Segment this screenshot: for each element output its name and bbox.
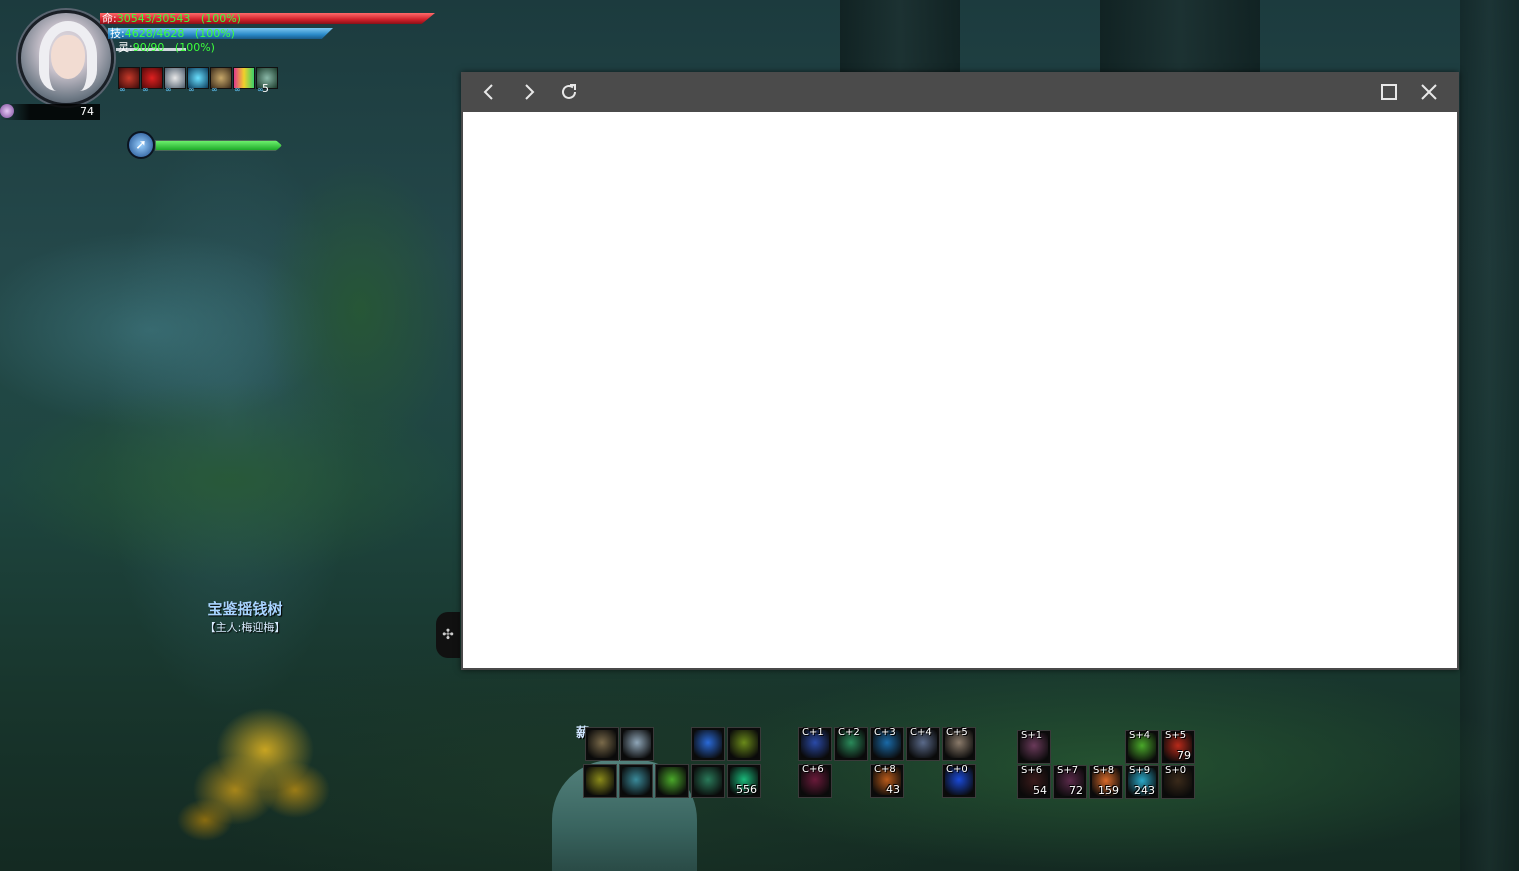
cyan-orb-icon[interactable]: S+9 243 bbox=[1126, 765, 1158, 798]
pink-item-icon[interactable]: S+7 72 bbox=[1054, 765, 1086, 798]
hp-percent: (100%) bbox=[200, 12, 241, 25]
spirit-bar: 灵:90/90 (100%) bbox=[116, 42, 216, 53]
red-rune-icon[interactable]: C+6 bbox=[799, 764, 831, 797]
buff-stack-count: 5 bbox=[262, 82, 269, 95]
hotkey-label: C+3 bbox=[874, 727, 896, 738]
buff-cyan-figure-icon[interactable]: ∞ bbox=[187, 67, 209, 94]
reload-button[interactable] bbox=[555, 78, 583, 106]
browser-window bbox=[461, 72, 1459, 670]
buff-white-beast-icon[interactable]: ∞ bbox=[164, 67, 186, 94]
hotkey-label: S+0 bbox=[1165, 765, 1187, 776]
level-orb-icon bbox=[0, 104, 14, 118]
item-count: 159 bbox=[1098, 784, 1119, 797]
buff-blood-icon[interactable]: ∞ bbox=[141, 67, 163, 94]
hp-text: 命:30543/30543 (100%) bbox=[100, 12, 241, 25]
hotkey-label: S+5 bbox=[1165, 730, 1187, 741]
npc-name[interactable]: 宝鉴摇钱树 bbox=[190, 598, 300, 619]
browser-content[interactable] bbox=[463, 112, 1457, 668]
buff-warrior-icon[interactable]: ∞ bbox=[210, 67, 232, 94]
wind-skill-icon[interactable] bbox=[656, 765, 688, 797]
skill-points-value: 4628/4628 bbox=[124, 27, 185, 40]
orange-flower-icon[interactable]: S+8 159 bbox=[1090, 765, 1122, 798]
character-icon[interactable]: S+1 bbox=[1018, 730, 1050, 763]
eagle-skill-icon[interactable] bbox=[586, 728, 618, 760]
chevron-left-icon bbox=[483, 84, 493, 100]
hotkey-label: S+1 bbox=[1021, 730, 1043, 741]
skill-points-text: 技:4628/4628 (100%) bbox=[108, 27, 235, 40]
item-count: 54 bbox=[1033, 784, 1047, 797]
item-count: 43 bbox=[886, 783, 900, 796]
mount-bar bbox=[155, 140, 282, 151]
blue-flame-icon[interactable]: C+1 bbox=[799, 727, 831, 760]
spirit-value: 90/90 bbox=[132, 41, 165, 54]
buff-red-mask-icon[interactable]: ∞ bbox=[118, 67, 140, 94]
reload-icon bbox=[562, 84, 576, 99]
close-icon bbox=[1421, 84, 1437, 100]
browser-toolbar bbox=[461, 72, 1459, 112]
player-level: 74 bbox=[0, 104, 100, 120]
portrait-skill-icon[interactable] bbox=[620, 765, 652, 797]
mount-bar-fill bbox=[156, 141, 281, 150]
tree-trunk bbox=[1100, 0, 1260, 80]
skill-points-percent: (100%) bbox=[194, 27, 235, 40]
hotkey-label: C+2 bbox=[838, 727, 860, 738]
skill-points-label: 技: bbox=[110, 27, 125, 40]
close-button[interactable] bbox=[1415, 78, 1443, 106]
npc-owner: 【主人:梅迎梅】 bbox=[204, 621, 286, 634]
hotkey-label: C+6 bbox=[802, 764, 824, 775]
chevron-right-icon bbox=[525, 84, 535, 100]
water-drop-icon[interactable]: C+3 bbox=[871, 727, 903, 760]
spirit-label: 灵: bbox=[118, 41, 133, 54]
wolf-icon[interactable]: C+4 bbox=[907, 727, 939, 760]
portrait-face bbox=[51, 35, 85, 79]
window-move-handle[interactable]: ✣ bbox=[436, 612, 460, 658]
hp-label: 命: bbox=[102, 12, 117, 25]
dark-item-icon[interactable]: S+6 54 bbox=[1018, 765, 1050, 798]
hotkey-label: S+6 bbox=[1021, 765, 1043, 776]
back-button[interactable] bbox=[475, 78, 503, 106]
hotkey-label: C+0 bbox=[946, 764, 968, 775]
forward-button[interactable] bbox=[515, 78, 543, 106]
crossed-swords-icon[interactable]: C+5 bbox=[943, 727, 975, 760]
hotkey-label: S+9 bbox=[1129, 765, 1151, 776]
buff-list: ∞ ∞ ∞ ∞ ∞ ∞ ∞ bbox=[118, 67, 278, 94]
flame-claw-icon[interactable]: C+8 43 bbox=[871, 764, 903, 797]
orb-skill-icon[interactable]: 556 bbox=[728, 765, 760, 797]
spirit-text: 灵:90/90 (100%) bbox=[116, 41, 215, 54]
figure-skill-icon[interactable] bbox=[584, 765, 616, 797]
dark-sparkle-icon[interactable]: S+0 bbox=[1162, 765, 1194, 798]
item-count: 79 bbox=[1177, 749, 1191, 762]
item-count: 72 bbox=[1069, 784, 1083, 797]
maximize-icon bbox=[1381, 84, 1397, 100]
blue-hook-icon[interactable]: C+0 bbox=[943, 764, 975, 797]
hotkey-label: S+7 bbox=[1057, 765, 1079, 776]
item-count: 556 bbox=[736, 783, 757, 796]
buff-rainbow-icon[interactable]: ∞ bbox=[233, 67, 255, 94]
hotkey-label: C+4 bbox=[910, 727, 932, 738]
vine-skill-icon[interactable] bbox=[728, 728, 760, 760]
grass-patch bbox=[260, 160, 460, 460]
hotkey-label: C+1 bbox=[802, 727, 824, 738]
hotkey-label: S+8 bbox=[1093, 765, 1115, 776]
mount-icon[interactable]: ➚ bbox=[127, 131, 155, 159]
item-count: 243 bbox=[1134, 784, 1155, 797]
lightning-skill-icon[interactable] bbox=[692, 728, 724, 760]
hotkey-label: S+4 bbox=[1129, 730, 1151, 741]
money-tree[interactable] bbox=[155, 680, 355, 850]
hotkey-label: C+8 bbox=[874, 764, 896, 775]
hp-value: 30543/30543 bbox=[116, 12, 191, 25]
star-skill-icon[interactable] bbox=[692, 765, 724, 797]
swirl-icon[interactable]: C+2 bbox=[835, 727, 867, 760]
spirit-percent: (100%) bbox=[174, 41, 215, 54]
maximize-button[interactable] bbox=[1375, 78, 1403, 106]
hotkey-label: C+5 bbox=[946, 727, 968, 738]
arrow-skill-icon[interactable] bbox=[621, 728, 653, 760]
red-potion-icon[interactable]: S+5 79 bbox=[1162, 730, 1194, 763]
green-gourd-icon[interactable]: S+4 bbox=[1126, 730, 1158, 763]
skill-points-bar: 技:4628/4628 (100%) bbox=[108, 28, 333, 39]
hp-bar: 命:30543/30543 (100%) bbox=[100, 13, 435, 24]
